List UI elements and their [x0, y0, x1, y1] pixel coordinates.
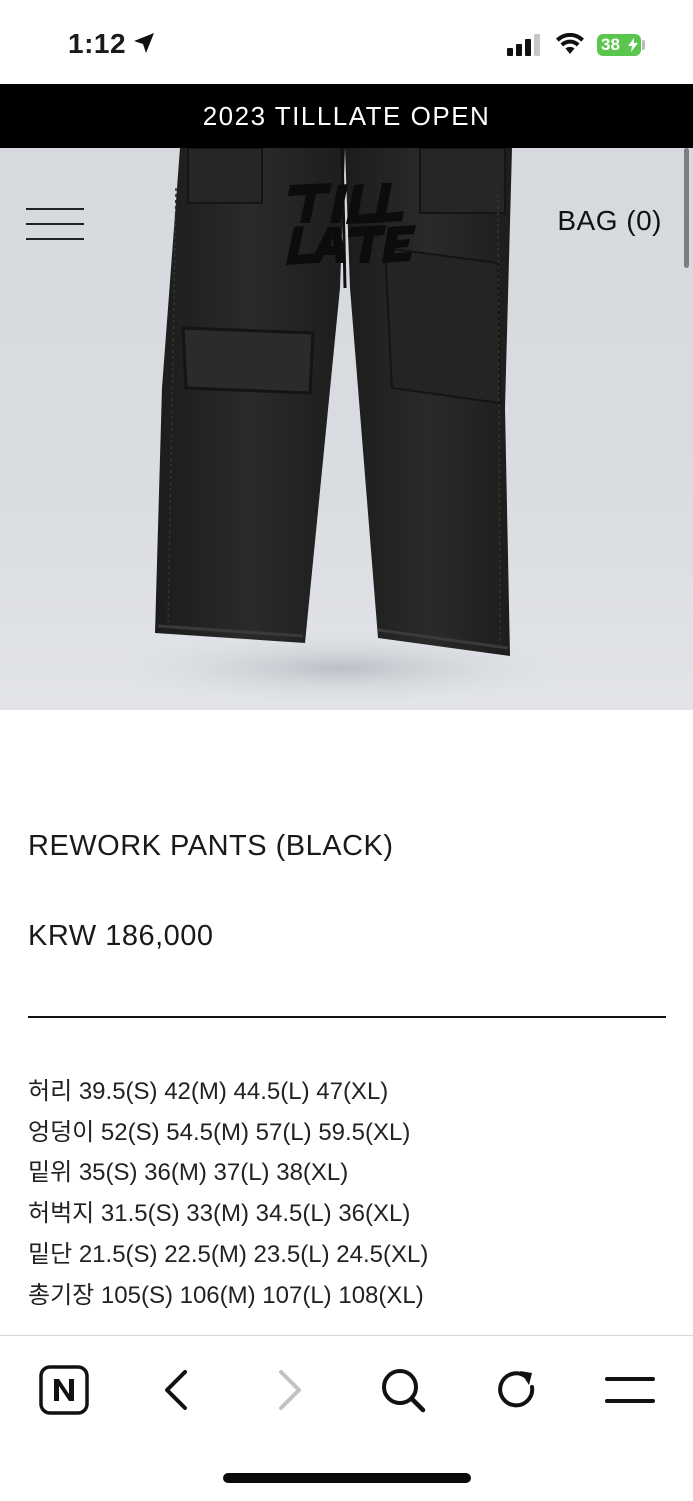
- size-row: 총기장 105(S) 106(M) 107(L) 108(XL): [28, 1281, 424, 1309]
- product-name: REWORK PANTS (BLACK): [28, 830, 394, 862]
- battery-level: 38: [601, 35, 620, 54]
- size-row: 허리 39.5(S) 42(M) 44.5(L) 47(XL): [28, 1078, 389, 1105]
- size-chart: 허리 39.5(S) 42(M) 44.5(L) 47(XL) 엉덩이 52(S…: [28, 1072, 428, 1316]
- cellular-signal-icon: [507, 34, 540, 56]
- wifi-icon: [556, 33, 584, 54]
- naver-home-icon[interactable]: [36, 1362, 92, 1418]
- battery-charging-icon: 38: [597, 34, 641, 56]
- bolt-icon: [628, 38, 638, 52]
- back-icon[interactable]: [148, 1362, 204, 1418]
- scrollbar[interactable]: [684, 148, 689, 268]
- announcement-bar[interactable]: 2023 TILLLATE OPEN: [0, 84, 693, 148]
- battery-cap: [642, 40, 645, 50]
- search-icon[interactable]: [375, 1362, 431, 1418]
- status-bar: 1:12 38: [0, 0, 693, 84]
- refresh-icon[interactable]: [489, 1362, 545, 1418]
- product-price: KRW 186,000: [28, 920, 214, 952]
- home-indicator[interactable]: [223, 1473, 471, 1483]
- divider: [28, 1016, 666, 1018]
- bag-link[interactable]: BAG (0): [557, 205, 662, 237]
- browser-toolbar: [0, 1335, 693, 1501]
- hamburger-menu-icon[interactable]: [26, 206, 86, 242]
- size-row: 밑위 35(S) 36(M) 37(L) 38(XL): [28, 1159, 349, 1187]
- size-row: 엉덩이 52(S) 54.5(M) 57(L) 59.5(XL): [28, 1118, 411, 1146]
- size-row: 허벅지 31.5(S) 33(M) 34.5(L) 36(XL): [28, 1200, 411, 1228]
- tilllate-logo[interactable]: [280, 183, 420, 265]
- hero-product-image: BAG (0): [0, 148, 693, 710]
- menu-icon[interactable]: [602, 1362, 658, 1418]
- location-arrow-icon: [134, 33, 154, 53]
- forward-icon[interactable]: [262, 1362, 318, 1418]
- size-row: 밑단 21.5(S) 22.5(M) 23.5(L) 24.5(XL): [28, 1240, 429, 1268]
- status-time: 1:12: [68, 28, 127, 59]
